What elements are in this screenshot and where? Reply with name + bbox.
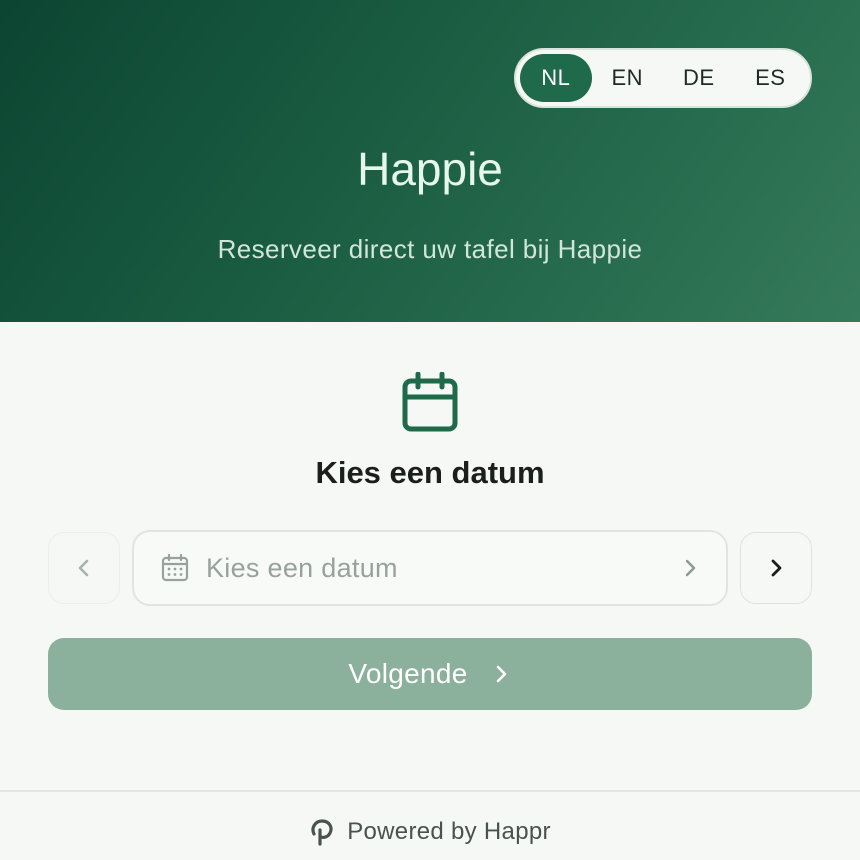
section-title: Kies een datum: [315, 455, 545, 490]
language-option-en[interactable]: EN: [592, 54, 664, 102]
calendar-grid-icon: [161, 553, 189, 582]
next-date-button[interactable]: [740, 532, 812, 604]
footer[interactable]: Powered by Happr: [0, 814, 860, 850]
powered-by-text: Powered by Happr: [347, 818, 551, 845]
date-field-placeholder: Kies een datum: [206, 552, 398, 583]
footer-divider: [0, 790, 860, 792]
language-option-es[interactable]: ES: [735, 54, 807, 102]
language-option-nl[interactable]: NL: [520, 54, 592, 102]
next-step-label: Volgende: [348, 658, 468, 689]
restaurant-title: Happie: [357, 143, 503, 195]
chevron-right-icon: [771, 559, 782, 577]
language-switcher: NL EN DE ES: [514, 48, 812, 108]
previous-date-button[interactable]: [48, 532, 120, 604]
calendar-icon: [402, 372, 458, 432]
chevron-left-icon: [78, 559, 89, 577]
next-step-button[interactable]: Volgende: [48, 638, 812, 710]
happr-logo-icon: [311, 819, 333, 846]
chevron-right-icon: [496, 665, 506, 683]
booking-page: NL EN DE ES Happie Reserveer direct uw t…: [0, 0, 860, 860]
date-picker-field[interactable]: Kies een datum: [132, 530, 728, 606]
hero-header: NL EN DE ES Happie Reserveer direct uw t…: [0, 0, 860, 322]
chevron-right-icon: [685, 559, 696, 577]
language-option-de[interactable]: DE: [663, 54, 735, 102]
restaurant-subtitle: Reserveer direct uw tafel bij Happie: [217, 234, 643, 264]
